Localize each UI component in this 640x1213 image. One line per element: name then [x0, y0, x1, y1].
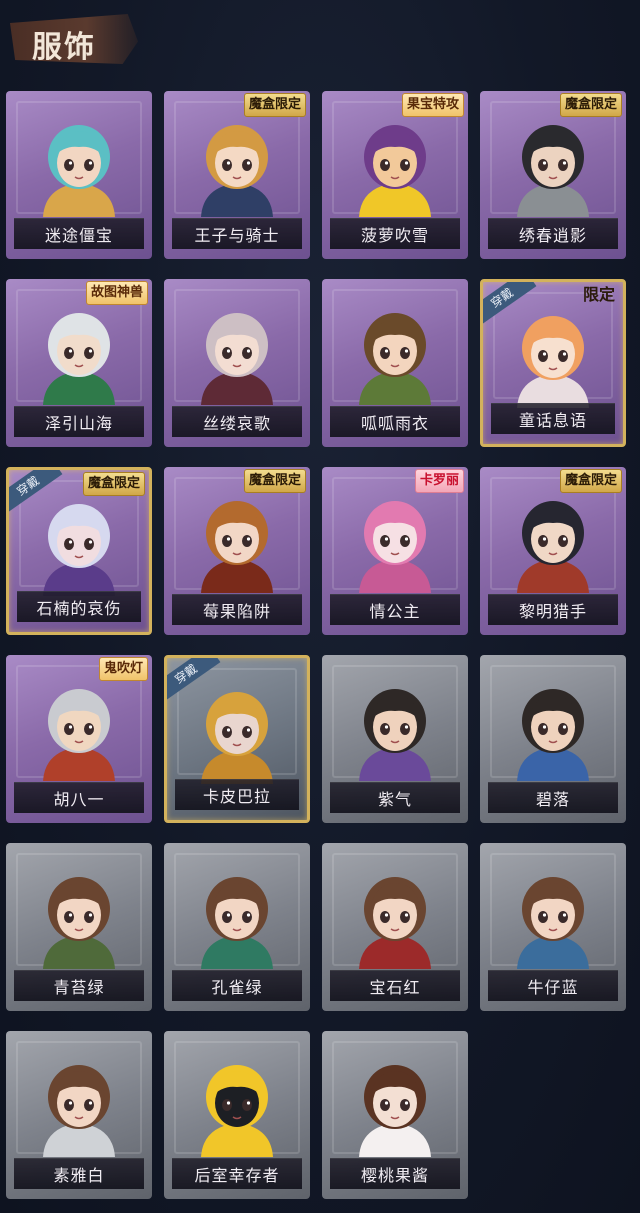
- character-portrait: [359, 125, 431, 217]
- costume-card[interactable]: 牛仔蓝: [480, 843, 626, 1011]
- costume-card[interactable]: 果宝特攻菠萝吹雪: [322, 91, 468, 259]
- costume-name: 王子与骑士: [172, 218, 302, 249]
- costume-name: 石楠的哀伤: [17, 591, 141, 622]
- costume-name: 牛仔蓝: [488, 970, 618, 1001]
- costume-name: 黎明猎手: [488, 594, 618, 625]
- costume-card[interactable]: 魔盒限定莓果陷阱: [164, 467, 310, 635]
- costume-name: 情公主: [330, 594, 460, 625]
- costume-grid: 迷途僵宝 魔盒限定 王子与骑士 果宝特攻 菠萝吹雪 魔盒限定 绣春逍影 故图神兽 泽引山海 丝缕哀…: [0, 0, 640, 1213]
- character-portrait: [517, 689, 589, 781]
- costume-card[interactable]: 穿戴 卡皮巴拉: [164, 655, 310, 823]
- costume-name: 孔雀绿: [172, 970, 302, 1001]
- limited-badge: 卡罗丽: [414, 469, 464, 493]
- character-portrait: [201, 692, 273, 784]
- character-portrait: [359, 313, 431, 405]
- costume-card[interactable]: 宝石红: [322, 843, 468, 1011]
- costume-card[interactable]: 碧落: [480, 655, 626, 823]
- character-portrait: [517, 125, 589, 217]
- costume-card[interactable]: 紫气: [322, 655, 468, 823]
- limited-badge: 魔盒限定: [559, 93, 622, 117]
- character-portrait: [201, 313, 273, 405]
- character-portrait: [359, 501, 431, 593]
- costume-name: 青苔绿: [14, 970, 144, 1001]
- costume-name: 迷途僵宝: [14, 218, 144, 249]
- character-portrait: [201, 1065, 273, 1157]
- limited-badge: 鬼吹灯: [98, 657, 148, 681]
- costume-card[interactable]: 青苔绿: [6, 843, 152, 1011]
- costume-card[interactable]: 魔盒限定绣春逍影: [480, 91, 626, 259]
- limited-badge: 限定: [582, 285, 615, 304]
- character-portrait: [201, 877, 273, 969]
- character-portrait: [359, 877, 431, 969]
- costume-name: 菠萝吹雪: [330, 218, 460, 249]
- character-portrait: [43, 125, 115, 217]
- costume-name: 宝石红: [330, 970, 460, 1001]
- costume-card[interactable]: 丝缕哀歌: [164, 279, 310, 447]
- costume-name: 莓果陷阱: [172, 594, 302, 625]
- character-portrait: [201, 501, 273, 593]
- costume-name: 丝缕哀歌: [172, 406, 302, 437]
- costume-card[interactable]: 魔盒限定黎明猎手: [480, 467, 626, 635]
- costume-card[interactable]: 迷途僵宝: [6, 91, 152, 259]
- costume-card[interactable]: 孔雀绿: [164, 843, 310, 1011]
- character-portrait: [201, 125, 273, 217]
- costume-name: 泽引山海: [14, 406, 144, 437]
- limited-badge: 魔盒限定: [559, 469, 622, 493]
- character-portrait: [43, 877, 115, 969]
- costume-card[interactable]: 后室幸存者: [164, 1031, 310, 1199]
- character-portrait: [359, 689, 431, 781]
- character-portrait: [43, 504, 115, 596]
- character-portrait: [517, 877, 589, 969]
- character-portrait: [517, 501, 589, 593]
- costume-card[interactable]: 鬼吹灯胡八一: [6, 655, 152, 823]
- costume-name: 卡皮巴拉: [175, 779, 299, 810]
- limited-badge: 魔盒限定: [243, 469, 306, 493]
- character-portrait: [43, 313, 115, 405]
- costume-name: 紫气: [330, 782, 460, 813]
- costume-name: 绣春逍影: [488, 218, 618, 249]
- limited-badge: 果宝特攻: [401, 93, 464, 117]
- costume-card[interactable]: 卡罗丽情公主: [322, 467, 468, 635]
- character-portrait: [359, 1065, 431, 1157]
- character-portrait: [43, 689, 115, 781]
- limited-badge: 魔盒限定: [243, 93, 306, 117]
- costume-card[interactable]: 穿戴 限定 童话息语: [480, 279, 626, 447]
- limited-badge: 魔盒限定: [82, 472, 145, 496]
- costume-card[interactable]: 樱桃果酱: [322, 1031, 468, 1199]
- costume-card[interactable]: 穿戴 魔盒限定 石楠的哀伤: [6, 467, 152, 635]
- costume-name: 童话息语: [491, 403, 615, 434]
- costume-card[interactable]: 素雅白: [6, 1031, 152, 1199]
- character-portrait: [43, 1065, 115, 1157]
- costume-card[interactable]: 魔盒限定王子与骑士: [164, 91, 310, 259]
- costume-card[interactable]: 呱呱雨衣: [322, 279, 468, 447]
- costume-card[interactable]: 故图神兽泽引山海: [6, 279, 152, 447]
- costume-name: 呱呱雨衣: [330, 406, 460, 437]
- limited-badge: 故图神兽: [85, 281, 148, 305]
- costume-name: 后室幸存者: [172, 1158, 302, 1189]
- character-portrait: [517, 316, 589, 408]
- costume-name: 胡八一: [14, 782, 144, 813]
- costume-name: 素雅白: [14, 1158, 144, 1189]
- costume-name: 碧落: [488, 782, 618, 813]
- costume-name: 樱桃果酱: [330, 1158, 460, 1189]
